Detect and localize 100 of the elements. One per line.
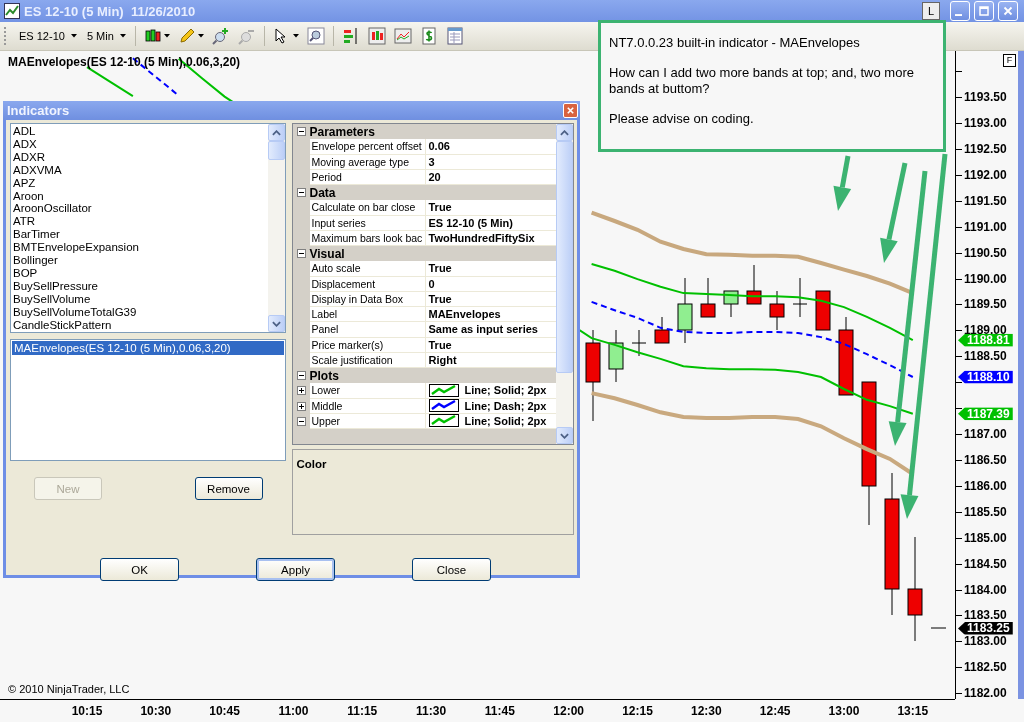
- price-label: 1190.50: [964, 247, 1007, 259]
- maximize-icon: [979, 6, 989, 16]
- close-icon: [566, 106, 575, 115]
- expander-icon[interactable]: [296, 127, 306, 137]
- indicator-item[interactable]: BuySellPressure: [13, 279, 266, 293]
- close-button[interactable]: Close: [412, 558, 491, 581]
- indicator-item[interactable]: Aroon: [13, 189, 266, 203]
- interval-dropdown[interactable]: 5 Min: [82, 24, 130, 48]
- property-value[interactable]: True: [428, 292, 452, 305]
- price-label: 1189.50: [964, 298, 1007, 310]
- candlestick: [608, 329, 624, 383]
- annotation-text: NT7.0.0.23 built-in indicator - MAEnvelopes: [609, 35, 861, 51]
- property-name: Lower: [309, 383, 426, 399]
- scale-button[interactable]: F: [1003, 54, 1016, 67]
- expander-icon[interactable]: [296, 401, 306, 411]
- candlestick: [815, 290, 831, 331]
- scrollbar[interactable]: [267, 124, 285, 332]
- indicator-item[interactable]: ADL: [13, 125, 266, 138]
- maximize-button[interactable]: [974, 1, 994, 21]
- indicator-item[interactable]: CandleStickPattern: [13, 318, 266, 332]
- property-value[interactable]: True: [428, 262, 452, 275]
- price-label: 1185.50: [964, 506, 1007, 518]
- table-icon: [445, 27, 464, 45]
- time-label: 11:00: [278, 704, 309, 718]
- category-label: Plots: [309, 368, 339, 383]
- property-value[interactable]: 0: [428, 277, 435, 290]
- indicator-item[interactable]: BarTimer: [13, 228, 266, 242]
- scroll-thumb[interactable]: [556, 141, 573, 373]
- indicator-item[interactable]: ADXR: [13, 150, 266, 164]
- property-name: Calculate on bar close: [309, 200, 426, 216]
- chart-icon: [4, 3, 20, 19]
- annotation-text: How can I add two more bands at top; and, two more bands at buttom?: [609, 65, 915, 97]
- expander-icon[interactable]: [296, 416, 306, 426]
- price-label: 1192.50: [964, 143, 1007, 155]
- property-value[interactable]: Right: [428, 353, 457, 366]
- expander-icon[interactable]: [296, 249, 306, 259]
- price-label: 1182.50: [964, 661, 1007, 673]
- time-label: 13:15: [897, 704, 929, 718]
- pencil-icon: [177, 27, 196, 45]
- price-label: 1193.50: [964, 91, 1007, 103]
- expander-icon[interactable]: [296, 386, 306, 396]
- indicator-item[interactable]: BuySellVolume: [13, 292, 266, 306]
- time-label: 12:45: [759, 704, 791, 718]
- property-value[interactable]: 3: [428, 155, 435, 168]
- candlestick: [746, 264, 762, 305]
- dollar-icon: [419, 27, 438, 45]
- instrument-dropdown[interactable]: ES 12-10: [15, 24, 81, 48]
- candlestick: [723, 290, 739, 318]
- minimize-button[interactable]: [950, 1, 970, 21]
- indicator-item[interactable]: ADX: [13, 137, 266, 151]
- caret-icon: [292, 34, 299, 38]
- caret-icon: [119, 34, 126, 38]
- price-label: 1191.00: [964, 221, 1007, 233]
- scroll-thumb[interactable]: [267, 141, 285, 160]
- expander-icon[interactable]: [296, 188, 306, 198]
- property-value[interactable]: True: [428, 338, 452, 351]
- time-label: 11:15: [347, 704, 378, 718]
- property-value[interactable]: 0.06: [428, 140, 450, 153]
- price-label: 1192.00: [964, 169, 1007, 181]
- property-name: Envelope percent offset: [309, 139, 426, 155]
- candlestick: [769, 290, 785, 331]
- configured-indicator-item[interactable]: MAEnvelopes(ES 12-10 (5 Min),0.06,3,20): [12, 341, 284, 355]
- candlestick: [792, 277, 808, 318]
- indicator-item[interactable]: BMTEnvelopeExpansion: [13, 241, 266, 255]
- link-button[interactable]: L: [922, 2, 940, 20]
- bar-chart-icon: [341, 27, 360, 45]
- remove-button[interactable]: Remove: [194, 477, 263, 500]
- category-label: Parameters: [309, 124, 375, 139]
- close-button[interactable]: [563, 103, 578, 118]
- caret-icon: [197, 34, 204, 38]
- apply-button[interactable]: Apply: [256, 558, 335, 581]
- indicator-item[interactable]: BOP: [13, 266, 266, 280]
- price-label: 1186.50: [964, 454, 1007, 466]
- indicator-item[interactable]: ADXVMA: [13, 163, 266, 177]
- minimize-icon: [955, 13, 962, 16]
- price-label: 1183.00: [964, 635, 1007, 647]
- indicator-item[interactable]: AroonOscillator: [13, 202, 266, 216]
- candlestick: [631, 329, 647, 357]
- property-value[interactable]: 20: [428, 170, 441, 183]
- scrollbar[interactable]: [556, 124, 573, 444]
- property-value[interactable]: True: [428, 201, 452, 214]
- copyright-text: © 2010 NinjaTrader, LLC: [8, 683, 130, 695]
- window-title: ES 12-10 (5 Min) 11/26/2010: [24, 3, 196, 19]
- time-label: 12:30: [691, 704, 722, 718]
- close-button[interactable]: [998, 1, 1018, 21]
- indicator-item[interactable]: APZ: [13, 176, 266, 190]
- category-label: Visual: [309, 246, 345, 261]
- category-label: Data: [309, 185, 336, 200]
- time-label: 12:15: [622, 704, 653, 718]
- expander-icon[interactable]: [296, 371, 306, 381]
- price-label: 1193.00: [964, 117, 1007, 129]
- indicator-item[interactable]: BuySellVolumeTotalG39: [13, 305, 266, 319]
- indicator-item[interactable]: ATR: [13, 215, 266, 229]
- property-name: Auto scale: [309, 261, 426, 277]
- description-title: Color: [296, 458, 327, 470]
- line-chart-icon: [393, 27, 412, 45]
- indicator-item[interactable]: Bollinger: [13, 254, 266, 267]
- time-label: 10:30: [140, 704, 172, 718]
- candlestick: [700, 277, 716, 318]
- ok-button[interactable]: OK: [100, 558, 179, 581]
